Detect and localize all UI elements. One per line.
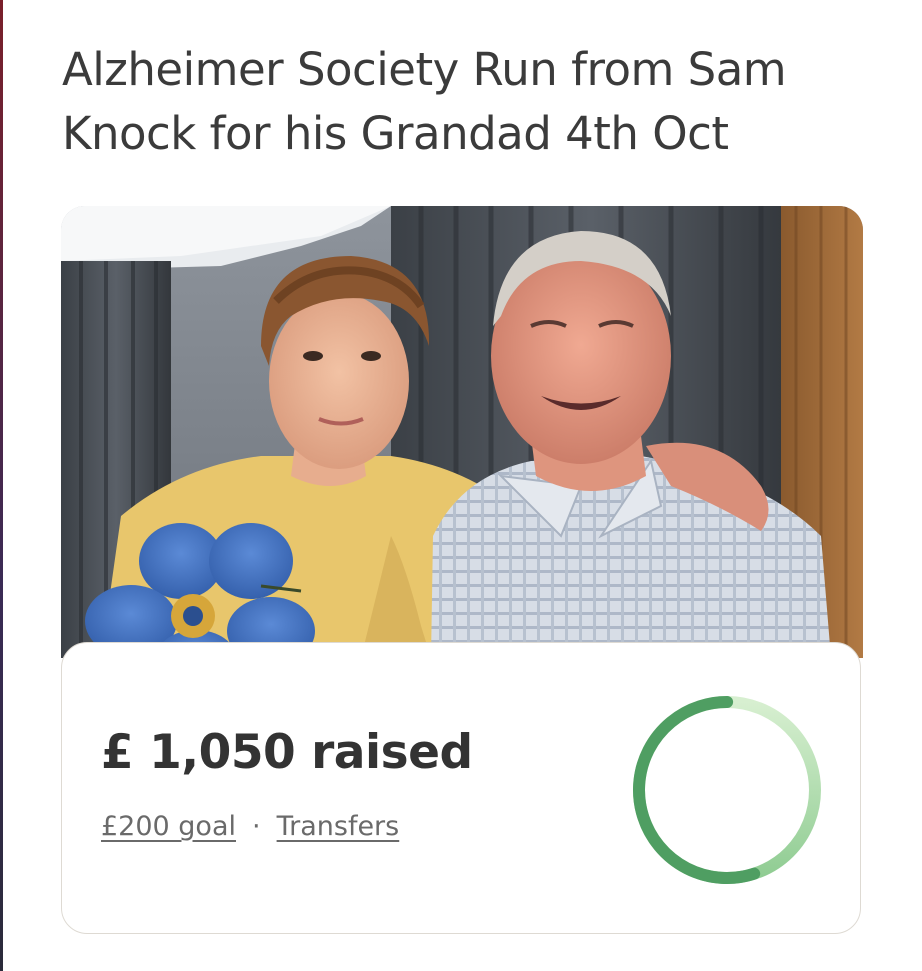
goal-link[interactable]: £200 goal	[101, 811, 236, 842]
campaign-photo	[61, 206, 863, 658]
separator-dot: ·	[252, 811, 261, 842]
progress-ring	[633, 696, 821, 884]
window-edge	[0, 0, 3, 971]
page-title: Alzheimer Society Run from Sam Knock for…	[62, 43, 787, 160]
progress-ring-fill	[633, 696, 821, 884]
transfers-link[interactable]: Transfers	[277, 811, 400, 842]
amount-raised: £ 1,050 raised	[101, 725, 473, 780]
progress-meta: £200 goal · Transfers	[101, 811, 399, 842]
donation-progress-card: £ 1,050 raised £200 goal · Transfers	[61, 642, 861, 934]
